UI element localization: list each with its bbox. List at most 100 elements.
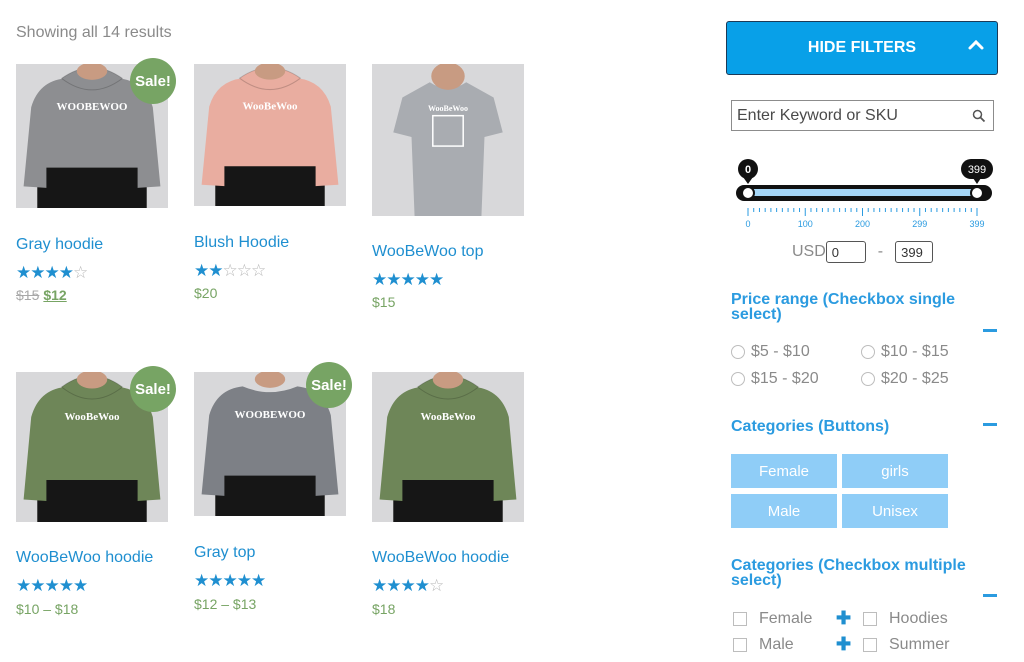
- slider-range: [747, 189, 977, 196]
- star-filled-icon: ★: [44, 576, 60, 595]
- product-image[interactable]: WooBeWoo: [372, 372, 524, 522]
- slider-tick-label: 299: [912, 219, 927, 229]
- checkbox-icon[interactable]: [733, 638, 747, 652]
- checkbox-icon[interactable]: [733, 612, 747, 626]
- product-print-text: WooBeWoo: [420, 411, 476, 423]
- slider-tick-label: 399: [969, 219, 984, 229]
- price-value: $20: [194, 285, 218, 301]
- expand-plus-icon[interactable]: ✚: [836, 607, 851, 629]
- search-icon[interactable]: [972, 109, 986, 123]
- price-range-label: $5 - $10: [751, 343, 810, 360]
- price-range-collapse-icon[interactable]: [983, 329, 997, 332]
- range-dash: -: [877, 243, 884, 261]
- star-filled-icon: ★: [414, 270, 430, 289]
- product-print-text: WooBeWoo: [428, 104, 468, 113]
- price-range-option[interactable]: $5 - $10: [731, 343, 810, 361]
- star-rating: ★★★★★: [194, 571, 266, 590]
- category-button[interactable]: Male: [731, 494, 837, 528]
- star-rating: ★★★★☆: [16, 263, 88, 282]
- product-print-text: WooBeWoo: [242, 100, 298, 112]
- slider-tick-label: 100: [798, 219, 813, 229]
- star-rating: ★★★★☆: [372, 576, 444, 595]
- min-price-input[interactable]: 0: [825, 241, 866, 263]
- product-title[interactable]: WooBeWoo top: [372, 243, 483, 261]
- category-button[interactable]: Female: [731, 454, 837, 488]
- product-price: $12 – $13: [194, 596, 256, 612]
- radio-icon[interactable]: [861, 372, 875, 386]
- star-filled-icon: ★: [208, 261, 223, 280]
- chevron-up-icon: [968, 39, 984, 50]
- product-title[interactable]: WooBeWoo hoodie: [16, 549, 153, 567]
- category-checkbox-label: Male: [759, 636, 794, 653]
- price-range-option[interactable]: $15 - $20: [731, 370, 819, 388]
- sale-badge: Sale!: [306, 362, 352, 408]
- category-checkbox-option[interactable]: Hoodies: [863, 610, 948, 628]
- slider-min-bubble: 0: [738, 159, 758, 184]
- category-button[interactable]: girls: [842, 454, 948, 488]
- product-title[interactable]: Gray hoodie: [16, 236, 103, 254]
- price-slider[interactable]: 0 399 0 100 200 299 399: [733, 155, 998, 235]
- product-title[interactable]: Gray top: [194, 544, 255, 562]
- price-range-option[interactable]: $20 - $25: [861, 370, 949, 388]
- category-checkbox-option[interactable]: Female: [733, 610, 812, 628]
- category-checkbox-label: Female: [759, 610, 813, 627]
- star-filled-icon: ★: [236, 571, 252, 590]
- product-image[interactable]: WooBeWoo: [194, 64, 346, 206]
- star-filled-icon: ★: [194, 571, 209, 590]
- product-image[interactable]: WooBeWoo: [372, 64, 524, 216]
- slider-min-handle[interactable]: [741, 186, 755, 200]
- product-title[interactable]: Blush Hoodie: [194, 234, 289, 252]
- category-checkbox-option[interactable]: Male: [733, 636, 794, 654]
- star-filled-icon: ★: [58, 263, 74, 282]
- product-price: $20: [194, 285, 217, 301]
- checkbox-icon[interactable]: [863, 638, 877, 652]
- star-filled-icon: ★: [372, 270, 387, 289]
- category-checkbox-label: Summer: [889, 636, 950, 653]
- star-filled-icon: ★: [429, 270, 444, 289]
- max-price-input[interactable]: 399: [895, 241, 934, 263]
- search-input[interactable]: [732, 101, 962, 130]
- star-empty-icon: ☆: [251, 261, 266, 280]
- star-filled-icon: ★: [44, 263, 60, 282]
- checkbox-icon[interactable]: [863, 612, 877, 626]
- star-filled-icon: ★: [400, 576, 416, 595]
- product-price: $15 $12: [16, 287, 67, 303]
- expand-plus-icon[interactable]: ✚: [836, 633, 851, 655]
- hide-filters-label: HIDE FILTERS: [807, 39, 917, 56]
- star-filled-icon: ★: [400, 270, 416, 289]
- product-price: $10 – $18: [16, 601, 78, 617]
- radio-icon[interactable]: [731, 345, 745, 359]
- price-value: $12 – $13: [194, 596, 257, 612]
- categories-checkbox-collapse-icon[interactable]: [983, 594, 997, 597]
- star-filled-icon: ★: [208, 571, 223, 590]
- price-original: $15: [16, 287, 40, 303]
- search-field: [731, 100, 994, 131]
- radio-icon[interactable]: [861, 345, 875, 359]
- slider-tick-label: 0: [745, 219, 750, 229]
- radio-icon[interactable]: [731, 372, 745, 386]
- slider-max-handle[interactable]: [970, 186, 984, 200]
- category-button[interactable]: Unisex: [842, 494, 948, 528]
- star-rating: ★★★★★: [372, 270, 444, 289]
- star-empty-icon: ☆: [222, 261, 238, 280]
- price-inputs: USD 0-399: [792, 241, 934, 263]
- category-checkbox-option[interactable]: Summer: [863, 636, 949, 654]
- price-sale: $12: [43, 287, 67, 303]
- star-filled-icon: ★: [386, 576, 401, 595]
- star-filled-icon: ★: [58, 576, 74, 595]
- price-range-label: $15 - $20: [751, 370, 819, 387]
- product-title[interactable]: WooBeWoo hoodie: [372, 549, 509, 567]
- price-value: $15: [372, 294, 396, 310]
- categories-buttons-collapse-icon[interactable]: [983, 423, 997, 426]
- slider-min-label: 0: [745, 164, 751, 176]
- star-filled-icon: ★: [251, 571, 266, 590]
- slider-scale: 0 100 200 299 399: [745, 208, 985, 229]
- star-filled-icon: ★: [414, 576, 430, 595]
- star-filled-icon: ★: [30, 576, 45, 595]
- categories-checkbox-title: Categories (Checkbox multiple select): [731, 557, 966, 589]
- star-filled-icon: ★: [73, 576, 88, 595]
- product-price: $15: [372, 294, 395, 310]
- price-range-option[interactable]: $10 - $15: [861, 343, 949, 361]
- star-filled-icon: ★: [222, 571, 238, 590]
- hide-filters-button[interactable]: HIDE FILTERS: [726, 21, 998, 75]
